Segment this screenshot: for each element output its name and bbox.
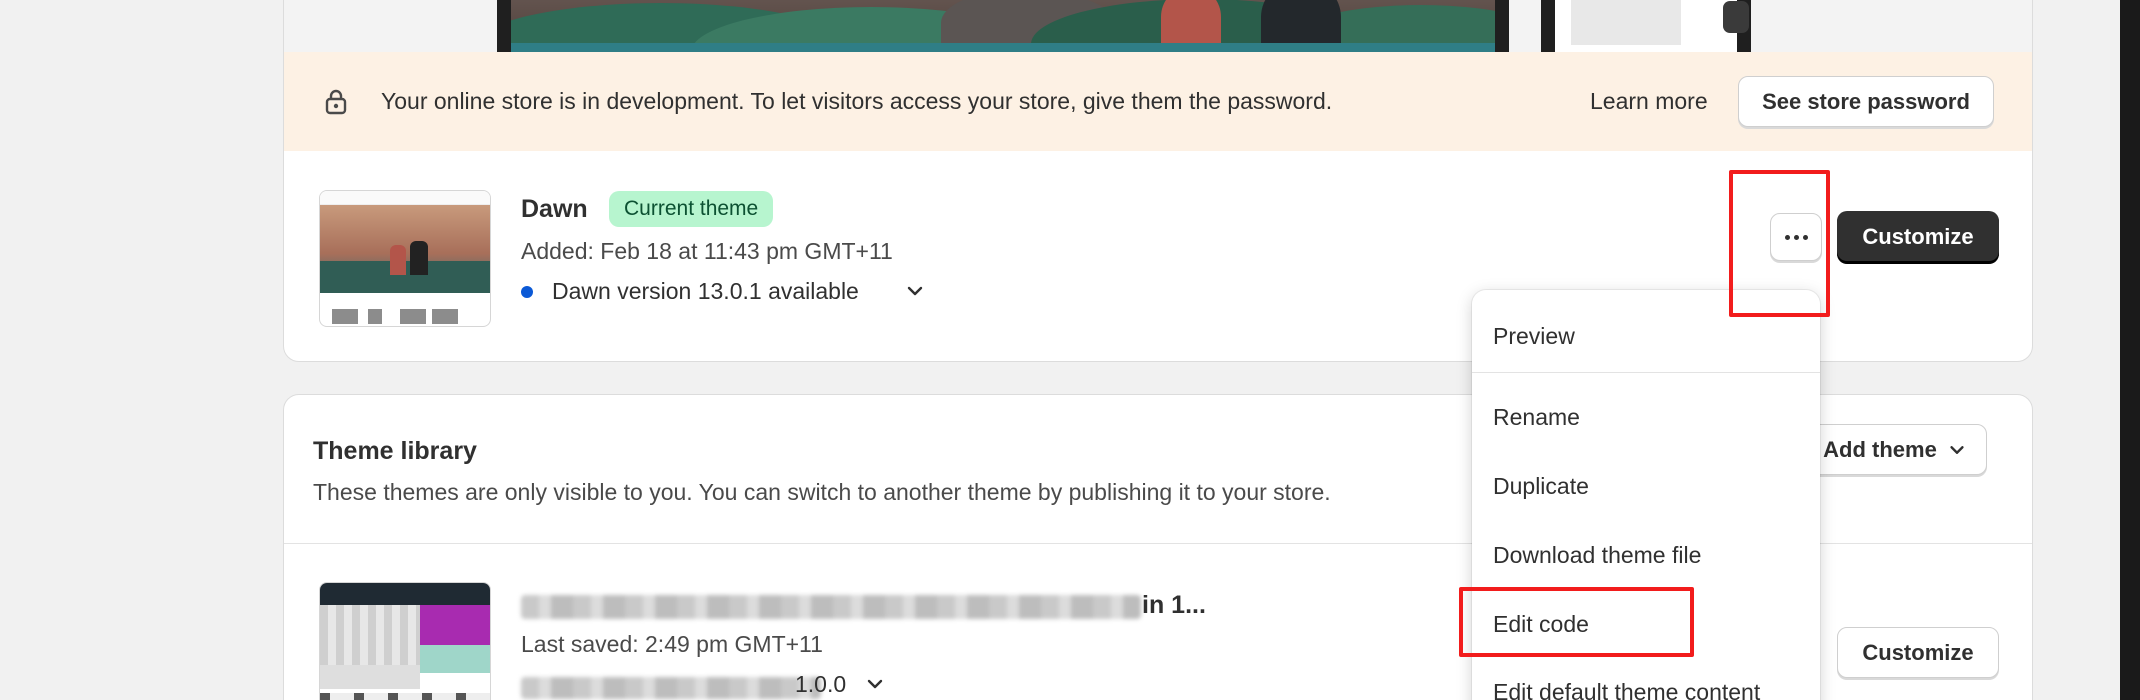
more-dots-icon (1784, 234, 1790, 240)
menu-item-duplicate[interactable]: Duplicate (1472, 458, 1820, 514)
library-theme-name-suffix: in 1... (1142, 591, 1206, 619)
more-actions-button[interactable] (1770, 213, 1822, 261)
chevron-down-icon[interactable] (864, 673, 886, 695)
library-theme-last-saved: Last saved: 2:49 pm GMT+11 (521, 631, 823, 657)
theme-actions-menu: Preview Rename Duplicate Download theme … (1472, 290, 1820, 700)
chevron-down-icon (1950, 445, 1964, 454)
desktop-preview-image (497, 0, 1509, 52)
mobile-preview-image (1541, 0, 1751, 52)
current-theme-thumbnail[interactable] (319, 190, 491, 327)
menu-item-download-theme-file[interactable]: Download theme file (1472, 527, 1820, 583)
theme-added-date: Added: Feb 18 at 11:43 pm GMT+11 (521, 238, 893, 264)
chevron-down-icon[interactable] (904, 280, 926, 302)
add-theme-label: Add theme (1823, 436, 1937, 462)
menu-item-edit-default-theme-content[interactable]: Edit default theme content (1472, 664, 1820, 700)
menu-item-preview[interactable]: Preview (1472, 308, 1820, 364)
redacted-theme-name (521, 595, 1141, 619)
banner-message: Your online store is in development. To … (381, 88, 1333, 114)
theme-library-title: Theme library (313, 437, 477, 465)
library-theme-version: 1.0.0 (795, 671, 847, 697)
version-available-text[interactable]: Dawn version 13.0.1 available (552, 278, 859, 305)
menu-item-edit-code[interactable]: Edit code (1472, 596, 1820, 652)
themes-page: Your online store is in development. To … (0, 0, 2140, 700)
menu-item-rename[interactable]: Rename (1472, 389, 1820, 445)
lock-icon (325, 89, 347, 115)
current-theme-badge: Current theme (609, 191, 774, 227)
current-theme-name: Dawn (521, 195, 588, 223)
window-edge (2120, 0, 2140, 700)
theme-preview-strip (284, 0, 2032, 52)
add-theme-button[interactable]: Add theme (1803, 424, 1987, 475)
see-store-password-button[interactable]: See store password (1738, 76, 1994, 127)
version-status-dot (521, 286, 533, 298)
library-theme-thumbnail[interactable] (319, 582, 491, 700)
customize-button[interactable]: Customize (1837, 211, 1999, 263)
theme-library-description: These themes are only visible to you. Yo… (313, 479, 1331, 505)
library-customize-button[interactable]: Customize (1837, 627, 1999, 678)
redacted-theme-version (521, 677, 821, 699)
learn-more-link[interactable]: Learn more (1590, 88, 1708, 115)
menu-divider (1472, 372, 1820, 373)
development-banner: Your online store is in development. To … (284, 52, 2032, 151)
